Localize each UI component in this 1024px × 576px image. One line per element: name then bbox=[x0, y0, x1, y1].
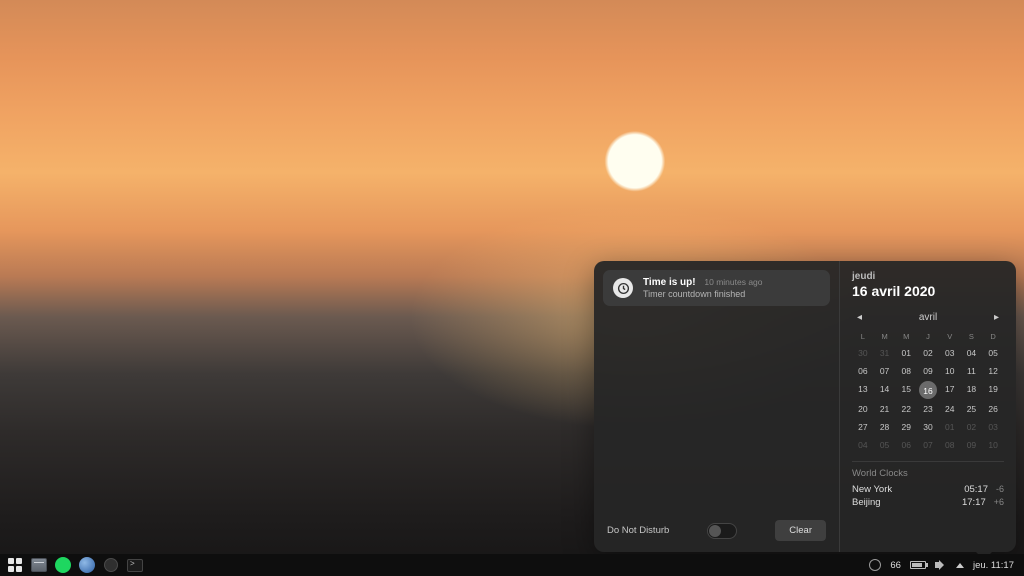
calendar-day[interactable]: 04 bbox=[852, 437, 874, 453]
round-blue-icon bbox=[79, 557, 95, 573]
battery-percent: 66 bbox=[890, 560, 901, 571]
datetime-panel: Time is up! 10 minutes ago Timer countdo… bbox=[594, 261, 1016, 552]
calendar-day[interactable]: 07 bbox=[917, 437, 939, 453]
calendar-day[interactable]: 10 bbox=[982, 437, 1004, 453]
calendar-area: jeudi 16 avril 2020 ◂ avril ▸ LMMJVSD303… bbox=[839, 261, 1016, 552]
calendar-day[interactable]: 10 bbox=[939, 363, 961, 379]
calendar-day[interactable]: 22 bbox=[895, 401, 917, 417]
calendar-day[interactable]: 17 bbox=[939, 381, 961, 399]
calendar-day[interactable]: 01 bbox=[939, 419, 961, 435]
notification-body: Timer countdown finished bbox=[643, 289, 820, 299]
round-dark-icon bbox=[104, 558, 118, 572]
calendar-day-header: S bbox=[961, 330, 983, 343]
calendar-day[interactable]: 26 bbox=[982, 401, 1004, 417]
calendar-day-header: J bbox=[917, 330, 939, 343]
notification-title: Time is up! bbox=[643, 277, 696, 288]
world-clock-row: New York 05:17 -6 bbox=[852, 483, 1004, 496]
month-label: avril bbox=[919, 312, 937, 323]
spotify-icon bbox=[55, 557, 71, 573]
notification-timestamp: 10 minutes ago bbox=[704, 277, 762, 287]
terminal-app-button[interactable] bbox=[126, 556, 144, 574]
date-full: 16 avril 2020 bbox=[852, 283, 1004, 299]
taskbar-clock[interactable]: jeu. 11:17 bbox=[973, 560, 1014, 571]
calendar-day[interactable]: 08 bbox=[939, 437, 961, 453]
calendar-day[interactable]: 08 bbox=[895, 363, 917, 379]
calendar-day[interactable]: 06 bbox=[852, 363, 874, 379]
notification-text: Time is up! 10 minutes ago Timer countdo… bbox=[643, 277, 820, 299]
calendar-day-header: V bbox=[939, 330, 961, 343]
dnd-row: Do Not Disturb Clear bbox=[603, 516, 830, 543]
world-clock-offset: +6 bbox=[994, 497, 1004, 508]
calendar-day[interactable]: 29 bbox=[895, 419, 917, 435]
globe-icon[interactable] bbox=[869, 559, 881, 571]
battery-icon[interactable] bbox=[910, 561, 926, 569]
prev-month-button[interactable]: ◂ bbox=[852, 310, 867, 325]
app-button-dark[interactable] bbox=[102, 556, 120, 574]
calendar-day[interactable]: 02 bbox=[961, 419, 983, 435]
calendar-day[interactable]: 15 bbox=[895, 381, 917, 399]
calendar-nav: ◂ avril ▸ bbox=[852, 310, 1004, 325]
tray-expand-button[interactable] bbox=[956, 563, 964, 568]
taskbar: 66 jeu. 11:17 bbox=[0, 554, 1024, 576]
calendar-day[interactable]: 05 bbox=[874, 437, 896, 453]
calendar-day[interactable]: 30 bbox=[917, 419, 939, 435]
date-weekday: jeudi bbox=[852, 271, 1004, 282]
calendar-day[interactable]: 13 bbox=[852, 381, 874, 399]
next-month-button[interactable]: ▸ bbox=[989, 310, 1004, 325]
calendar-day[interactable]: 18 bbox=[961, 381, 983, 399]
calendar-day[interactable]: 28 bbox=[874, 419, 896, 435]
calendar-day[interactable]: 27 bbox=[852, 419, 874, 435]
calendar-day[interactable]: 03 bbox=[982, 419, 1004, 435]
notifications-area: Time is up! 10 minutes ago Timer countdo… bbox=[594, 261, 839, 552]
files-app-button[interactable] bbox=[30, 556, 48, 574]
calendar-day[interactable]: 02 bbox=[917, 345, 939, 361]
apps-launcher-button[interactable] bbox=[6, 556, 24, 574]
calendar-day[interactable]: 31 bbox=[874, 345, 896, 361]
clock-icon bbox=[613, 278, 633, 298]
spotify-app-button[interactable] bbox=[54, 556, 72, 574]
calendar-day[interactable]: 21 bbox=[874, 401, 896, 417]
calendar-day[interactable]: 07 bbox=[874, 363, 896, 379]
world-clock-time: 17:17 bbox=[962, 497, 986, 508]
calendar-day[interactable]: 09 bbox=[961, 437, 983, 453]
grid-icon bbox=[8, 558, 22, 572]
calendar-day[interactable]: 01 bbox=[895, 345, 917, 361]
calendar-day[interactable]: 24 bbox=[939, 401, 961, 417]
calendar-day[interactable]: 19 bbox=[982, 381, 1004, 399]
calendar-day-header: L bbox=[852, 330, 874, 343]
app-button-blue[interactable] bbox=[78, 556, 96, 574]
files-icon bbox=[31, 558, 47, 572]
world-clock-time: 05:17 bbox=[964, 484, 988, 495]
dnd-label: Do Not Disturb bbox=[607, 525, 669, 536]
calendar-day[interactable]: 04 bbox=[961, 345, 983, 361]
calendar-day-header: D bbox=[982, 330, 1004, 343]
desktop-wallpaper[interactable]: Time is up! 10 minutes ago Timer countdo… bbox=[0, 0, 1024, 576]
world-clock-city: Beijing bbox=[852, 497, 881, 508]
calendar-day[interactable]: 11 bbox=[961, 363, 983, 379]
calendar-day-header: M bbox=[874, 330, 896, 343]
calendar-day[interactable]: 23 bbox=[917, 401, 939, 417]
speaker-icon[interactable] bbox=[935, 560, 947, 570]
calendar-day[interactable]: 12 bbox=[982, 363, 1004, 379]
calendar-day[interactable]: 05 bbox=[982, 345, 1004, 361]
dnd-toggle[interactable] bbox=[707, 523, 737, 539]
world-clocks-title: World Clocks bbox=[852, 468, 1004, 479]
world-clocks-section[interactable]: World Clocks New York 05:17 -6 Beijing 17:17… bbox=[852, 461, 1004, 509]
world-clock-offset: -6 bbox=[996, 484, 1004, 495]
calendar-day[interactable]: 20 bbox=[852, 401, 874, 417]
calendar-day[interactable]: 06 bbox=[895, 437, 917, 453]
calendar-day[interactable]: 14 bbox=[874, 381, 896, 399]
calendar-day[interactable]: 25 bbox=[961, 401, 983, 417]
calendar-day[interactable]: 16 bbox=[919, 381, 937, 399]
calendar-day[interactable]: 03 bbox=[939, 345, 961, 361]
calendar-grid: LMMJVSD303101020304050607080910111213141… bbox=[852, 330, 1004, 453]
terminal-icon bbox=[127, 559, 143, 572]
world-clock-city: New York bbox=[852, 484, 892, 495]
calendar-day-header: M bbox=[895, 330, 917, 343]
clear-button[interactable]: Clear bbox=[775, 520, 826, 541]
calendar-day[interactable]: 30 bbox=[852, 345, 874, 361]
calendar-day[interactable]: 09 bbox=[917, 363, 939, 379]
world-clock-row: Beijing 17:17 +6 bbox=[852, 496, 1004, 509]
notification-card[interactable]: Time is up! 10 minutes ago Timer countdo… bbox=[603, 270, 830, 306]
